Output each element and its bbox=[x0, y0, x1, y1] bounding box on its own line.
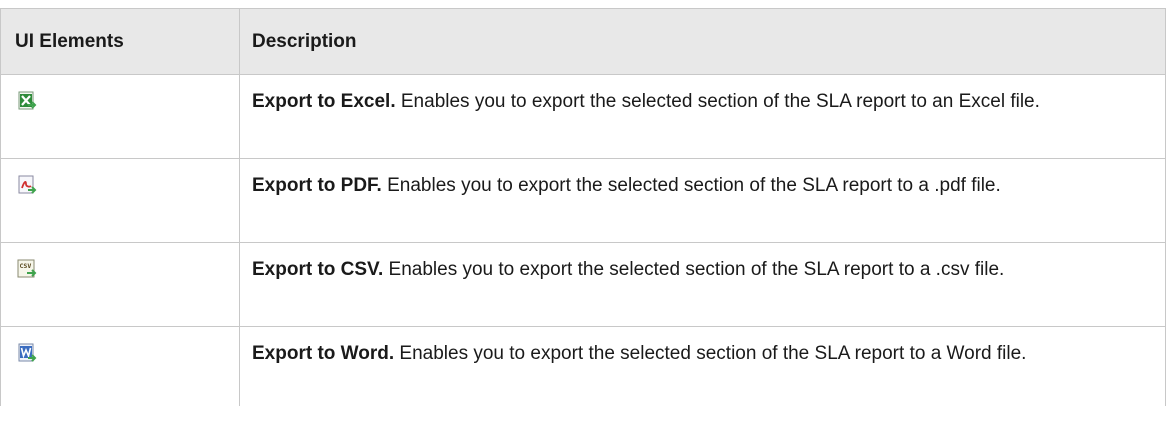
table-row: Export to PDF. Enables you to export the… bbox=[0, 158, 1166, 243]
row-description: Enables you to export the selected secti… bbox=[395, 91, 1040, 112]
row-title: Export to Word. bbox=[252, 343, 395, 364]
row-title: Export to PDF. bbox=[252, 175, 382, 196]
description-cell: Export to CSV. Enables you to export the… bbox=[239, 242, 1166, 327]
header-description: Description bbox=[239, 8, 1166, 75]
export-to-csv-icon: CSV bbox=[17, 259, 37, 279]
description-cell: Export to Excel. Enables you to export t… bbox=[239, 74, 1166, 159]
description-cell: Export to PDF. Enables you to export the… bbox=[239, 158, 1166, 243]
ui-element-cell: CSV bbox=[0, 242, 240, 327]
description-cell: Export to Word. Enables you to export th… bbox=[239, 326, 1166, 406]
ui-element-cell bbox=[0, 158, 240, 243]
table-header-row: UI Elements Description bbox=[0, 8, 1166, 75]
row-description: Enables you to export the selected secti… bbox=[381, 175, 1001, 196]
ui-element-cell bbox=[0, 326, 240, 406]
row-title: Export to CSV. bbox=[252, 259, 384, 280]
export-to-excel-icon bbox=[17, 91, 37, 111]
ui-elements-table-container: UI Elements Description Export to Excel.… bbox=[0, 0, 1167, 430]
table-row: Export to Word. Enables you to export th… bbox=[0, 326, 1166, 406]
table-row: CSV Export to CSV. Enables you to export… bbox=[0, 242, 1166, 327]
export-to-word-icon bbox=[17, 343, 37, 363]
row-title: Export to Excel. bbox=[252, 91, 396, 112]
ui-element-cell bbox=[0, 74, 240, 159]
row-description: Enables you to export the selected secti… bbox=[383, 259, 1005, 280]
csv-icon-label: CSV bbox=[20, 262, 32, 270]
ui-elements-table: UI Elements Description Export to Excel.… bbox=[0, 8, 1166, 406]
table-row: Export to Excel. Enables you to export t… bbox=[0, 74, 1166, 159]
header-ui-elements: UI Elements bbox=[0, 8, 240, 75]
export-to-pdf-icon bbox=[17, 175, 37, 195]
row-description: Enables you to export the selected secti… bbox=[394, 343, 1027, 364]
